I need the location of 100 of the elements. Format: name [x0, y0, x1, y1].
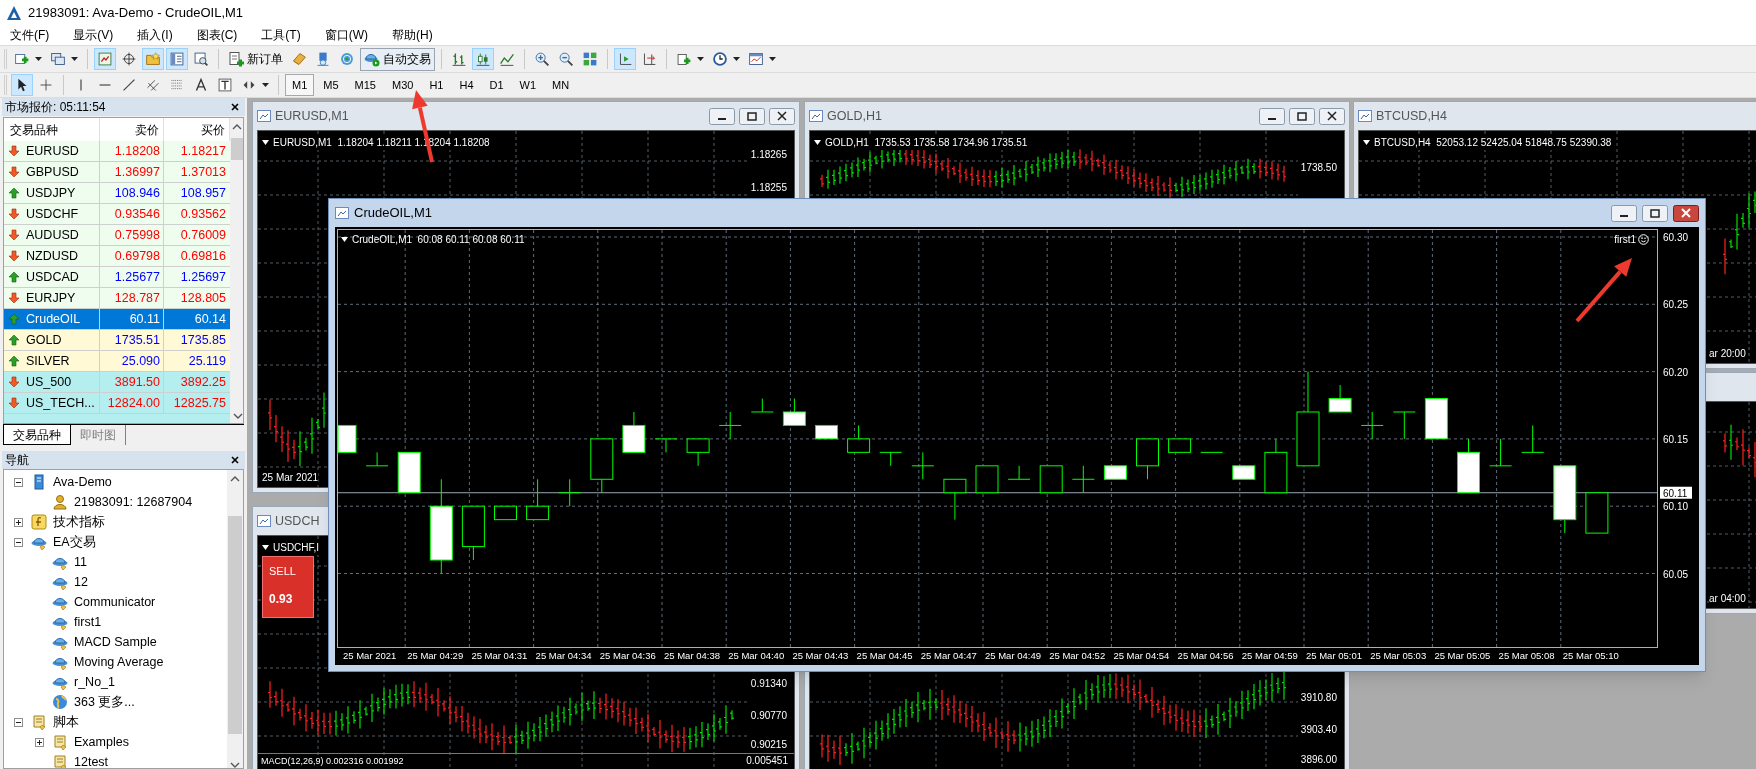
tree-item[interactable]: 技术指标	[53, 512, 105, 532]
tree-item[interactable]: 21983091: 12687904	[74, 492, 193, 512]
caret-icon[interactable]	[769, 57, 776, 61]
timeframe-button[interactable]: D1	[482, 74, 511, 96]
menu-item[interactable]: 帮助(H)	[384, 26, 441, 44]
close-icon[interactable]	[231, 456, 239, 464]
dropdown-triangle-icon[interactable]	[814, 140, 821, 145]
plus-box-icon[interactable]	[14, 517, 23, 527]
candlestick-icon[interactable]	[472, 48, 494, 70]
timeframe-button[interactable]: H1	[422, 74, 451, 96]
symbol-row[interactable]: USDCHF 0.93546 0.93562	[4, 204, 230, 225]
candle	[815, 424, 838, 440]
scroll-up-icon[interactable]	[231, 124, 242, 130]
dropdown-triangle-icon[interactable]	[1363, 140, 1370, 145]
chart-window-title: CrudeOIL,M1	[354, 204, 433, 223]
scrollbar-thumb[interactable]	[228, 516, 242, 734]
symbol-row[interactable]: CrudeOIL 60.11 60.14	[4, 309, 230, 330]
tree-item[interactable]: 脚本	[53, 712, 79, 732]
scrollbar-thumb[interactable]	[231, 138, 243, 160]
scroll-down-icon[interactable]	[233, 413, 243, 419]
minimize-icon[interactable]	[709, 107, 735, 125]
caret-icon[interactable]	[262, 83, 269, 87]
time-axis-label: 25 Mar 04:49	[985, 650, 1041, 661]
time-axis-label: 25 Mar 2021	[343, 650, 397, 661]
restore-icon[interactable]	[1289, 107, 1315, 125]
minus-box-icon[interactable]	[14, 537, 23, 547]
symbol-row[interactable]: GOLD 1735.51 1735.85	[4, 330, 230, 351]
candle	[782, 398, 806, 426]
tree-item[interactable]: 11	[74, 552, 87, 572]
timeframe-button[interactable]: H4	[452, 74, 481, 96]
auto-scroll-icon[interactable]	[614, 48, 636, 70]
tree-item[interactable]: Moving Average	[74, 652, 164, 672]
timeframe-button[interactable]: M30	[384, 74, 421, 96]
scrollbar[interactable]	[230, 118, 243, 423]
tree-item[interactable]: first1	[74, 612, 102, 632]
symbol-row[interactable]: USDJPY 108.946 108.957	[4, 183, 230, 204]
sell-button[interactable]: SELL 0.93	[262, 556, 314, 618]
tree-item[interactable]: 12test	[74, 752, 109, 768]
tree-item[interactable]: 363 更多...	[74, 692, 135, 712]
timeframe-button[interactable]: MN	[545, 74, 577, 96]
scrollbar[interactable]	[227, 470, 243, 768]
tab[interactable]: 即时图	[71, 425, 126, 445]
dropdown-triangle-icon[interactable]	[262, 545, 269, 550]
caret-icon[interactable]	[71, 57, 78, 61]
minimize-icon[interactable]	[1611, 204, 1637, 222]
tree-item[interactable]: Communicator	[74, 592, 156, 612]
plus-box-icon[interactable]	[35, 737, 44, 747]
dropdown-triangle-icon[interactable]	[341, 237, 348, 242]
chart-window-icon	[335, 207, 349, 219]
symbol-row[interactable]: NZDUSD 0.69798 0.69816	[4, 246, 230, 267]
symbol-row[interactable]: EURJPY 128.787 128.805	[4, 288, 230, 309]
tree-item[interactable]: EA交易	[53, 532, 96, 552]
menu-item[interactable]: 插入(I)	[129, 26, 181, 44]
tree-item[interactable]: MACD Sample	[74, 632, 157, 652]
menu-item[interactable]: 图表(C)	[188, 26, 246, 44]
tree-item[interactable]: Ava-Demo	[53, 472, 112, 492]
symbol-row[interactable]: EURUSD 1.18208 1.18217	[4, 141, 230, 162]
dropdown-triangle-icon[interactable]	[262, 140, 269, 145]
auto-trading-button[interactable]: 自动交易	[360, 47, 435, 71]
menu-item[interactable]: 文件(F)	[2, 26, 58, 44]
symbol-row[interactable]: SILVER 25.090 25.119	[4, 351, 230, 372]
symbol-row[interactable]: USDCAD 1.25677 1.25697	[4, 267, 230, 288]
market-watch-icon[interactable]	[94, 48, 116, 70]
caret-icon[interactable]	[697, 57, 704, 61]
tree-item[interactable]: r_No_1	[74, 672, 115, 692]
close-icon[interactable]	[1673, 204, 1699, 222]
time-axis-label: 25 Mar 04:47	[920, 650, 977, 661]
time-axis-label: 25 Mar 2021	[262, 470, 319, 485]
tree-item[interactable]: Examples	[74, 732, 129, 752]
minus-box-icon[interactable]	[14, 717, 23, 727]
candle	[622, 411, 646, 453]
tree-item[interactable]: 12	[74, 572, 88, 592]
cursor-icon[interactable]	[11, 74, 33, 96]
symbol-row[interactable]: AUDUSD 0.75998 0.76009	[4, 225, 230, 246]
close-icon[interactable]	[231, 103, 239, 111]
symbol-row[interactable]: US_TECH... 12824.00 12825.75	[4, 393, 230, 414]
timeframe-button[interactable]: M1	[285, 74, 315, 96]
symbol-row[interactable]: GBPUSD 1.36997 1.37013	[4, 162, 230, 183]
bid-cell-text: 3891.50	[114, 373, 160, 391]
timeframe-button[interactable]: M5	[316, 74, 346, 96]
navigator-icon[interactable]	[142, 48, 164, 70]
menu-item[interactable]: 窗口(W)	[316, 26, 376, 44]
timeframe-button[interactable]: M15	[347, 74, 383, 96]
close-icon[interactable]	[1319, 107, 1345, 125]
caret-icon[interactable]	[733, 57, 740, 61]
menu-item[interactable]: 显示(V)	[65, 26, 122, 44]
caret-icon[interactable]	[35, 57, 42, 61]
tab[interactable]: 交易品种	[3, 425, 71, 445]
scroll-down-icon[interactable]	[230, 762, 240, 768]
bid-cell-text: 12824.00	[107, 394, 160, 412]
minimize-icon[interactable]	[1259, 107, 1285, 125]
new-order-button[interactable]: 新订单	[225, 47, 286, 71]
timeframe-button[interactable]: W1	[512, 74, 544, 96]
scroll-up-icon[interactable]	[230, 476, 240, 482]
restore-icon[interactable]	[1642, 204, 1668, 222]
minus-box-icon[interactable]	[14, 477, 23, 487]
restore-icon[interactable]	[739, 107, 765, 125]
close-icon[interactable]	[769, 107, 795, 125]
menu-item[interactable]: 工具(T)	[253, 26, 309, 44]
symbol-row[interactable]: US_500 3891.50 3892.25	[4, 372, 230, 393]
